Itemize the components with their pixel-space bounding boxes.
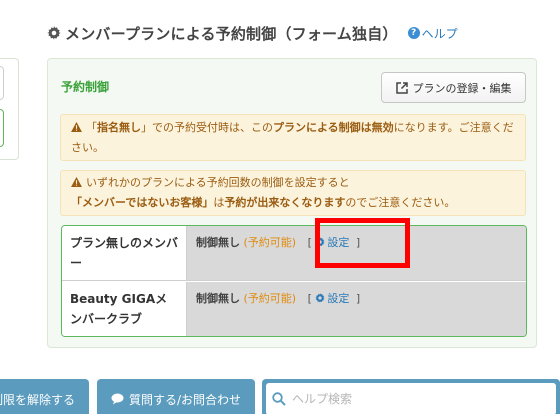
warning-icon [71,122,82,132]
warning-message-nonmember: いずれかのプランによる予約回数の制御を設定すると「メンバーではないお客様」は予約… [60,170,526,216]
bracket-close: ] [355,292,361,305]
warning1-text-2: 」での予約受付時は、この [141,121,273,134]
table-row: Beauty GIGAメンバークラブ 制御無し (予約可能) [ 設定 ] [62,282,526,336]
warning1-bold-disabled: プランによる制御は無効 [273,121,394,134]
plan-register-label: プランの登録・編集 [412,81,512,95]
bracket-close: ] [355,236,361,249]
control-status: 制御無し [196,292,240,305]
setting-label: 設定 [327,292,350,305]
left-partial-field-active[interactable] [0,109,4,147]
warning2-text-ha: は [213,196,225,209]
help-search-input[interactable] [292,392,532,406]
paren-close: ) [291,292,297,305]
panel-title: 予約制御 [61,80,110,94]
bracket-open: [ [307,292,312,305]
help-search-box [266,383,556,414]
reservation-available: 予約可能 [247,236,292,249]
warning-message-nomination: 「指名無し」での予約受付時は、このプランによる制御は無効になります。ご注意くださ… [60,114,526,161]
remove-restriction-button[interactable]: 制限を解除する [0,379,89,414]
plan-register-button[interactable]: プランの登録・編集 [381,72,526,103]
remove-restriction-label: 制限を解除する [0,392,75,407]
contact-button[interactable]: 質問する/お問合わせ [97,379,255,414]
left-partial-field[interactable] [0,66,4,100]
contact-label: 質問する/お問合わせ [128,392,242,407]
warning2-text-end: のでご注意ください。 [345,196,456,209]
setting-link[interactable]: 設定 [315,236,349,249]
plan-status-cell: 制御無し (予約可能) [ 設定 ] [187,282,526,336]
reservation-available: 予約可能 [247,292,292,305]
speech-bubble-icon [111,393,124,405]
warning2-line1: いずれかのプランによる予約回数の制御を設定すると [86,176,350,189]
plan-status-cell: 制御無し (予約可能) [ 設定 ] [187,226,526,280]
setting-label: 設定 [327,236,350,249]
plan-control-table: プラン無しのメンバー 制御無し (予約可能) [ 設定 ] Beauty GIG… [61,225,527,337]
reservation-control-panel: 予約制御 プランの登録・編集 「指名無し」での予約受付時は、このプランによる制御… [47,58,537,348]
plan-name-cell: プラン無しのメンバー [62,226,187,280]
section-title: メンバープランによる予約制御（フォーム独自） [65,24,398,43]
gear-icon [315,293,326,303]
bracket-open: [ [307,236,312,249]
control-status: 制御無し [196,236,240,249]
gear-icon [315,237,326,247]
warning1-bold-nomination: 指名無し [97,121,141,134]
warning1-text-1: 「 [86,121,97,134]
warning2-bold-unable: 予約が出来なくなります [224,196,346,209]
search-icon [272,392,286,406]
help-link[interactable]: ? ヘルプ [407,25,458,42]
section-heading: メンバープランによる予約制御（フォーム独自） ? ヘルプ [47,21,458,45]
help-label: ヘルプ [421,26,458,41]
warning2-bold-nonmember: 「メンバーではないお客様」 [71,196,214,209]
paren-close: ) [291,236,297,249]
external-link-icon [395,81,408,94]
help-search-bar [262,379,560,414]
warning-icon [71,177,82,187]
setting-link[interactable]: 設定 [315,292,349,305]
question-icon: ? [407,27,420,39]
table-row: プラン無しのメンバー 制御無し (予約可能) [ 設定 ] [62,226,526,281]
plan-name-cell: Beauty GIGAメンバークラブ [62,282,187,336]
gear-icon [47,26,61,40]
